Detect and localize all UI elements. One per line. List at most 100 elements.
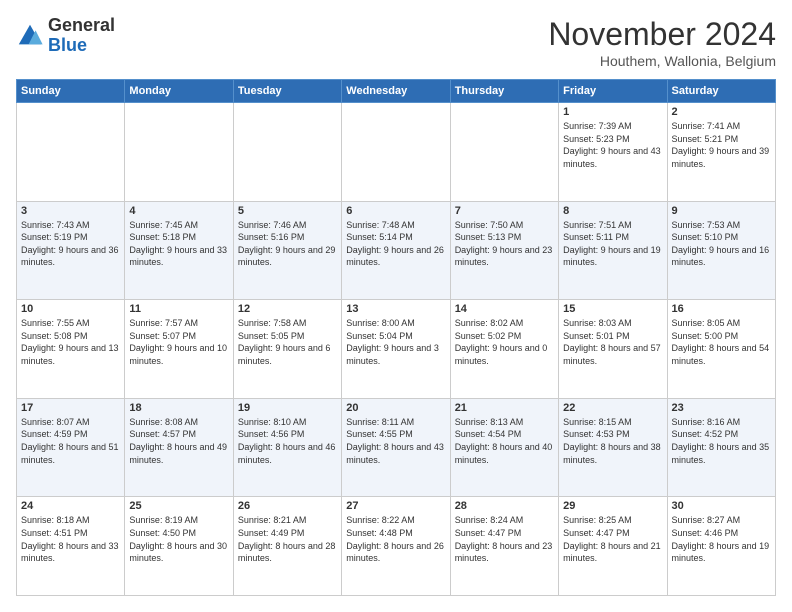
table-row	[17, 103, 125, 202]
day-number: 24	[21, 500, 120, 512]
day-number: 15	[563, 303, 662, 315]
day-info: Sunrise: 8:24 AM Sunset: 4:47 PM Dayligh…	[455, 514, 554, 564]
table-row: 18 Sunrise: 8:08 AM Sunset: 4:57 PM Dayli…	[125, 398, 233, 497]
col-thursday: Thursday	[450, 80, 558, 103]
table-row: 10 Sunrise: 7:55 AM Sunset: 5:08 PM Dayli…	[17, 300, 125, 399]
table-row: 16 Sunrise: 8:05 AM Sunset: 5:00 PM Dayli…	[667, 300, 775, 399]
day-number: 3	[21, 205, 120, 217]
table-row	[450, 103, 558, 202]
day-number: 22	[563, 402, 662, 414]
day-info: Sunrise: 8:13 AM Sunset: 4:54 PM Dayligh…	[455, 416, 554, 466]
col-saturday: Saturday	[667, 80, 775, 103]
col-tuesday: Tuesday	[233, 80, 341, 103]
day-number: 12	[238, 303, 337, 315]
calendar-body: 1 Sunrise: 7:39 AM Sunset: 5:23 PM Daylig…	[17, 103, 776, 596]
table-row: 28 Sunrise: 8:24 AM Sunset: 4:47 PM Dayli…	[450, 497, 558, 596]
day-number: 16	[672, 303, 771, 315]
logo: General Blue	[16, 16, 115, 56]
day-info: Sunrise: 8:15 AM Sunset: 4:53 PM Dayligh…	[563, 416, 662, 466]
table-row: 1 Sunrise: 7:39 AM Sunset: 5:23 PM Daylig…	[559, 103, 667, 202]
table-row: 25 Sunrise: 8:19 AM Sunset: 4:50 PM Dayli…	[125, 497, 233, 596]
table-row: 29Sunrise: 8:25 AM Sunset: 4:47 PM Dayli…	[559, 497, 667, 596]
day-info: Sunrise: 8:21 AM Sunset: 4:49 PM Dayligh…	[238, 514, 337, 564]
table-row: 30Sunrise: 8:27 AM Sunset: 4:46 PM Dayli…	[667, 497, 775, 596]
col-friday: Friday	[559, 80, 667, 103]
day-info: Sunrise: 8:18 AM Sunset: 4:51 PM Dayligh…	[21, 514, 120, 564]
day-info: Sunrise: 7:46 AM Sunset: 5:16 PM Dayligh…	[238, 219, 337, 269]
day-number: 7	[455, 205, 554, 217]
page: General Blue November 2024 Houthem, Wall…	[0, 0, 792, 612]
day-number: 1	[563, 106, 662, 118]
calendar-week-2: 3 Sunrise: 7:43 AM Sunset: 5:19 PM Daylig…	[17, 201, 776, 300]
day-info: Sunrise: 7:39 AM Sunset: 5:23 PM Dayligh…	[563, 120, 662, 170]
logo-icon	[16, 22, 44, 50]
table-row: 3 Sunrise: 7:43 AM Sunset: 5:19 PM Daylig…	[17, 201, 125, 300]
day-number: 17	[21, 402, 120, 414]
table-row: 14Sunrise: 8:02 AM Sunset: 5:02 PM Dayli…	[450, 300, 558, 399]
table-row: 6Sunrise: 7:48 AM Sunset: 5:14 PM Daylig…	[342, 201, 450, 300]
day-number: 2	[672, 106, 771, 118]
day-info: Sunrise: 7:55 AM Sunset: 5:08 PM Dayligh…	[21, 317, 120, 367]
table-row: 7Sunrise: 7:50 AM Sunset: 5:13 PM Daylig…	[450, 201, 558, 300]
day-number: 25	[129, 500, 228, 512]
table-row: 9 Sunrise: 7:53 AM Sunset: 5:10 PM Daylig…	[667, 201, 775, 300]
day-info: Sunrise: 7:48 AM Sunset: 5:14 PM Dayligh…	[346, 219, 445, 269]
calendar-week-4: 17Sunrise: 8:07 AM Sunset: 4:59 PM Dayli…	[17, 398, 776, 497]
day-number: 8	[563, 205, 662, 217]
table-row: 20 Sunrise: 8:11 AM Sunset: 4:55 PM Dayli…	[342, 398, 450, 497]
day-number: 21	[455, 402, 554, 414]
calendar-week-3: 10 Sunrise: 7:55 AM Sunset: 5:08 PM Dayli…	[17, 300, 776, 399]
day-info: Sunrise: 7:51 AM Sunset: 5:11 PM Dayligh…	[563, 219, 662, 269]
day-info: Sunrise: 7:43 AM Sunset: 5:19 PM Dayligh…	[21, 219, 120, 269]
day-number: 10	[21, 303, 120, 315]
table-row: 2 Sunrise: 7:41 AM Sunset: 5:21 PM Daylig…	[667, 103, 775, 202]
location: Houthem, Wallonia, Belgium	[548, 53, 776, 69]
table-row: 24 Sunrise: 8:18 AM Sunset: 4:51 PM Dayli…	[17, 497, 125, 596]
day-info: Sunrise: 7:57 AM Sunset: 5:07 PM Dayligh…	[129, 317, 228, 367]
table-row	[342, 103, 450, 202]
day-info: Sunrise: 8:22 AM Sunset: 4:48 PM Dayligh…	[346, 514, 445, 564]
logo-text: General Blue	[48, 16, 115, 56]
table-row: 26 Sunrise: 8:21 AM Sunset: 4:49 PM Dayli…	[233, 497, 341, 596]
table-row	[125, 103, 233, 202]
day-info: Sunrise: 8:11 AM Sunset: 4:55 PM Dayligh…	[346, 416, 445, 466]
day-info: Sunrise: 8:08 AM Sunset: 4:57 PM Dayligh…	[129, 416, 228, 466]
table-row: 11Sunrise: 7:57 AM Sunset: 5:07 PM Dayli…	[125, 300, 233, 399]
table-row: 15 Sunrise: 8:03 AM Sunset: 5:01 PM Dayli…	[559, 300, 667, 399]
day-number: 29	[563, 500, 662, 512]
day-number: 23	[672, 402, 771, 414]
day-number: 28	[455, 500, 554, 512]
day-info: Sunrise: 8:16 AM Sunset: 4:52 PM Dayligh…	[672, 416, 771, 466]
day-info: Sunrise: 7:53 AM Sunset: 5:10 PM Dayligh…	[672, 219, 771, 269]
day-number: 4	[129, 205, 228, 217]
table-row: 13Sunrise: 8:00 AM Sunset: 5:04 PM Dayli…	[342, 300, 450, 399]
header: General Blue November 2024 Houthem, Wall…	[16, 16, 776, 69]
table-row: 23 Sunrise: 8:16 AM Sunset: 4:52 PM Dayli…	[667, 398, 775, 497]
day-info: Sunrise: 8:03 AM Sunset: 5:01 PM Dayligh…	[563, 317, 662, 367]
day-number: 26	[238, 500, 337, 512]
day-info: Sunrise: 7:58 AM Sunset: 5:05 PM Dayligh…	[238, 317, 337, 367]
calendar-header: Sunday Monday Tuesday Wednesday Thursday…	[17, 80, 776, 103]
day-info: Sunrise: 8:19 AM Sunset: 4:50 PM Dayligh…	[129, 514, 228, 564]
day-number: 14	[455, 303, 554, 315]
day-number: 20	[346, 402, 445, 414]
day-number: 9	[672, 205, 771, 217]
col-sunday: Sunday	[17, 80, 125, 103]
header-row: Sunday Monday Tuesday Wednesday Thursday…	[17, 80, 776, 103]
title-block: November 2024 Houthem, Wallonia, Belgium	[548, 16, 776, 69]
table-row: 17Sunrise: 8:07 AM Sunset: 4:59 PM Dayli…	[17, 398, 125, 497]
day-number: 19	[238, 402, 337, 414]
day-info: Sunrise: 8:05 AM Sunset: 5:00 PM Dayligh…	[672, 317, 771, 367]
table-row: 12 Sunrise: 7:58 AM Sunset: 5:05 PM Dayli…	[233, 300, 341, 399]
table-row	[233, 103, 341, 202]
day-number: 27	[346, 500, 445, 512]
month-title: November 2024	[548, 16, 776, 53]
day-number: 18	[129, 402, 228, 414]
calendar-week-5: 24 Sunrise: 8:18 AM Sunset: 4:51 PM Dayli…	[17, 497, 776, 596]
day-info: Sunrise: 7:41 AM Sunset: 5:21 PM Dayligh…	[672, 120, 771, 170]
col-wednesday: Wednesday	[342, 80, 450, 103]
table-row: 8 Sunrise: 7:51 AM Sunset: 5:11 PM Daylig…	[559, 201, 667, 300]
day-info: Sunrise: 8:00 AM Sunset: 5:04 PM Dayligh…	[346, 317, 445, 367]
table-row: 5Sunrise: 7:46 AM Sunset: 5:16 PM Daylig…	[233, 201, 341, 300]
day-info: Sunrise: 8:27 AM Sunset: 4:46 PM Dayligh…	[672, 514, 771, 564]
